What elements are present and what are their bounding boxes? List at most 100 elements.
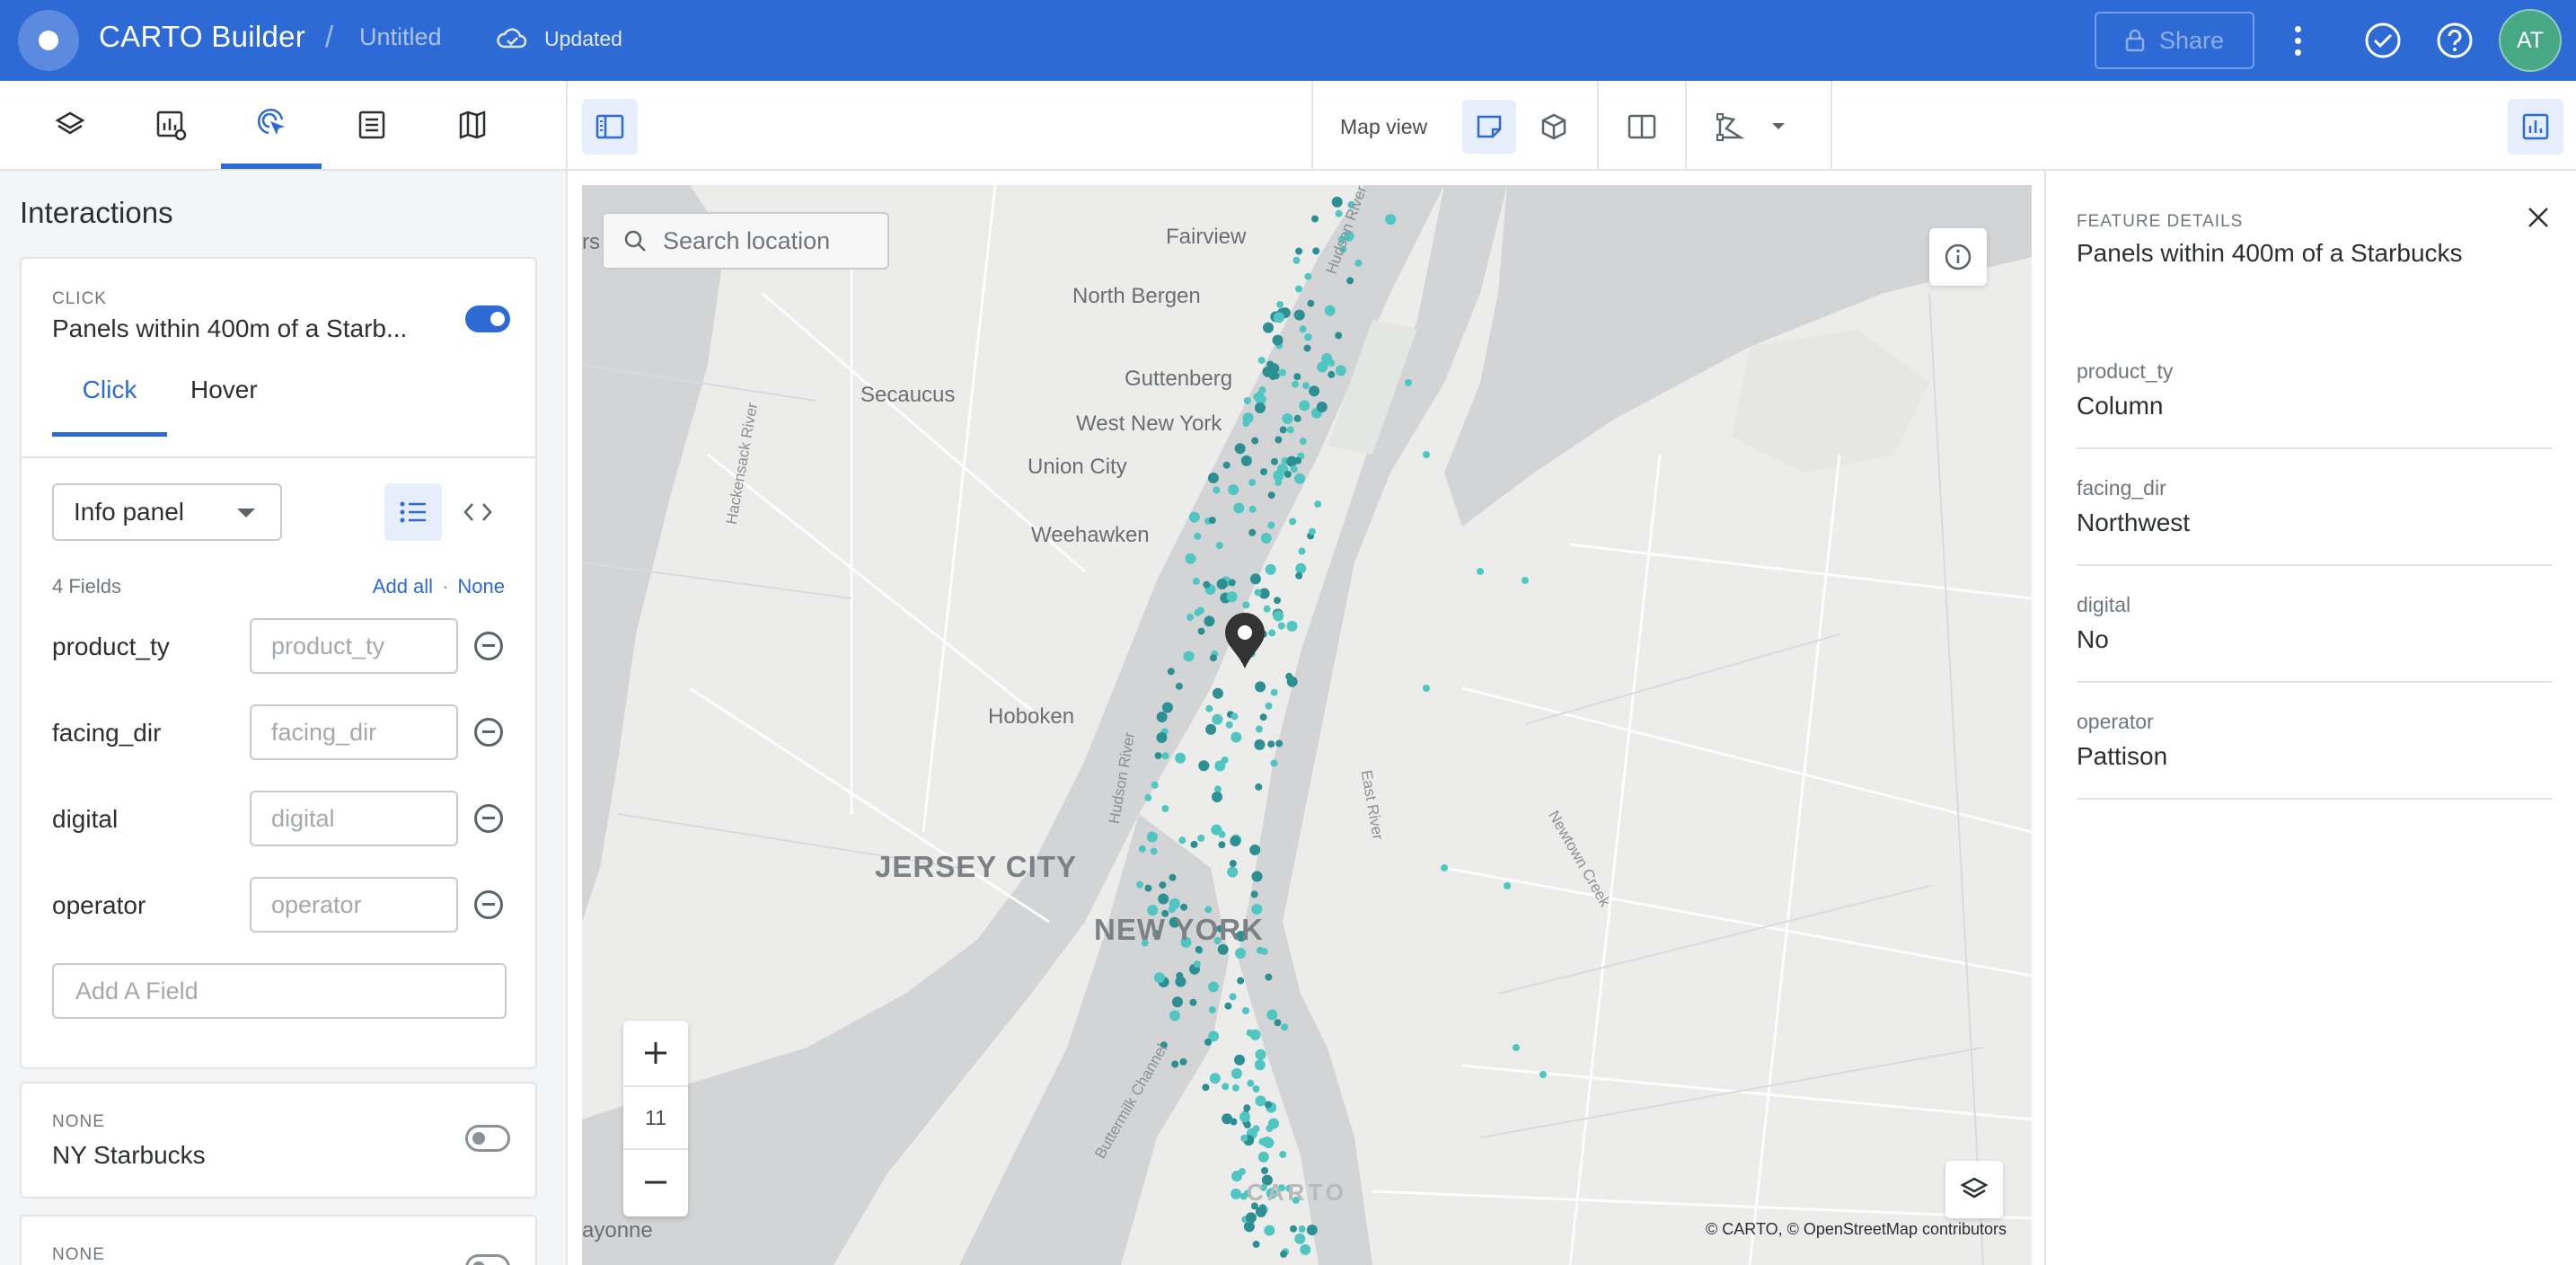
data-point[interactable] [1187, 614, 1194, 621]
interaction-toggle[interactable] [465, 305, 510, 332]
data-point[interactable] [1266, 1009, 1278, 1021]
data-point[interactable] [1251, 437, 1259, 445]
map-name[interactable]: Untitled [359, 23, 442, 51]
data-point[interactable] [1193, 960, 1201, 969]
data-point[interactable] [1175, 682, 1183, 690]
data-point[interactable] [1208, 517, 1216, 525]
data-point[interactable] [1202, 1084, 1210, 1092]
data-point[interactable] [1316, 402, 1328, 412]
data-point[interactable] [1293, 373, 1301, 381]
data-point[interactable] [1276, 301, 1284, 309]
data-point[interactable] [1306, 1225, 1318, 1235]
data-point[interactable] [1304, 272, 1312, 280]
data-point[interactable] [1237, 977, 1245, 985]
popup-style-select[interactable]: Info panel [52, 483, 282, 541]
data-point[interactable] [1290, 465, 1298, 473]
zoom-out-button[interactable] [623, 1150, 688, 1215]
data-point[interactable] [1205, 723, 1217, 735]
data-point[interactable] [1194, 532, 1202, 540]
field-alias-input[interactable]: digital [250, 791, 458, 846]
list-mode-button[interactable] [384, 483, 442, 541]
data-point[interactable] [1254, 1059, 1266, 1071]
data-point[interactable] [1265, 973, 1273, 981]
data-point[interactable] [1211, 824, 1222, 836]
data-point[interactable] [1270, 688, 1278, 696]
data-point[interactable] [1423, 685, 1430, 692]
data-point[interactable] [1273, 470, 1284, 482]
data-point[interactable] [1156, 732, 1168, 743]
data-point[interactable] [1159, 881, 1167, 889]
help-icon[interactable] [2436, 22, 2474, 59]
data-point[interactable] [1151, 781, 1159, 789]
data-point[interactable] [1255, 1095, 1266, 1107]
check-circle-icon[interactable] [2364, 22, 2402, 59]
interaction-toggle[interactable] [465, 1125, 510, 1152]
data-point[interactable] [1441, 864, 1448, 871]
html-mode-button[interactable] [449, 483, 507, 541]
data-point[interactable] [1234, 1054, 1245, 1066]
location-search[interactable]: Search location [602, 212, 889, 270]
draw-tool-button[interactable] [1703, 100, 1757, 154]
data-point[interactable] [1260, 468, 1267, 476]
field-alias-input[interactable]: facing_dir [250, 704, 458, 760]
data-point[interactable] [1249, 1029, 1261, 1040]
data-point[interactable] [1230, 836, 1241, 847]
map-attribution[interactable]: © CARTO, © OpenStreetMap contributors [1706, 1220, 2007, 1239]
data-point[interactable] [1172, 996, 1183, 1008]
data-point[interactable] [1504, 882, 1511, 889]
sidebar-toggle-button[interactable] [582, 99, 638, 155]
data-point[interactable] [1168, 906, 1176, 914]
data-point[interactable] [1279, 1150, 1287, 1158]
data-point[interactable] [1248, 528, 1257, 536]
data-point[interactable] [1281, 1023, 1289, 1031]
remove-field-button[interactable] [474, 632, 503, 660]
data-point[interactable] [1328, 370, 1336, 378]
data-point[interactable] [1256, 725, 1263, 733]
data-point[interactable] [1254, 588, 1262, 597]
data-point[interactable] [1204, 615, 1215, 627]
data-point[interactable] [1204, 1038, 1212, 1046]
data-point[interactable] [1243, 1104, 1251, 1112]
data-point[interactable] [1203, 580, 1211, 588]
data-point[interactable] [1292, 380, 1300, 388]
data-point[interactable] [1269, 373, 1277, 381]
data-point[interactable] [1331, 196, 1343, 208]
data-point[interactable] [1294, 473, 1306, 484]
data-point[interactable] [1222, 1083, 1230, 1091]
data-point[interactable] [1189, 998, 1197, 1006]
data-point[interactable] [1268, 1118, 1279, 1129]
data-point[interactable] [1257, 1151, 1269, 1163]
data-point[interactable] [1190, 840, 1198, 848]
data-point[interactable] [1282, 413, 1293, 424]
data-point[interactable] [1254, 739, 1266, 750]
data-point[interactable] [1263, 605, 1271, 613]
data-point[interactable] [1231, 1171, 1242, 1181]
data-point[interactable] [1196, 606, 1204, 615]
data-point[interactable] [1298, 1225, 1306, 1233]
data-point[interactable] [1212, 687, 1223, 699]
data-point[interactable] [1280, 1250, 1288, 1258]
data-point[interactable] [1235, 948, 1247, 959]
data-point[interactable] [1261, 1167, 1268, 1174]
data-point[interactable] [1321, 353, 1333, 364]
data-point[interactable] [1335, 365, 1346, 376]
data-point[interactable] [1275, 436, 1283, 444]
data-point[interactable] [1405, 379, 1412, 386]
tab-layers[interactable] [20, 81, 120, 169]
data-point[interactable] [1195, 945, 1203, 953]
data-point[interactable] [1286, 426, 1294, 434]
data-point[interactable] [1295, 571, 1303, 579]
data-point[interactable] [1167, 668, 1175, 676]
data-point[interactable] [1255, 783, 1263, 791]
data-point[interactable] [1279, 426, 1287, 434]
data-point[interactable] [1293, 414, 1301, 422]
data-point[interactable] [1263, 322, 1274, 333]
data-point[interactable] [1273, 610, 1284, 622]
data-point[interactable] [1188, 511, 1200, 523]
data-point[interactable] [1255, 1048, 1266, 1060]
2d-view-button[interactable] [1462, 100, 1516, 154]
data-point[interactable] [1312, 247, 1320, 255]
field-alias-input[interactable]: operator [250, 877, 458, 933]
data-point[interactable] [1161, 805, 1169, 812]
data-point[interactable] [1213, 486, 1221, 494]
